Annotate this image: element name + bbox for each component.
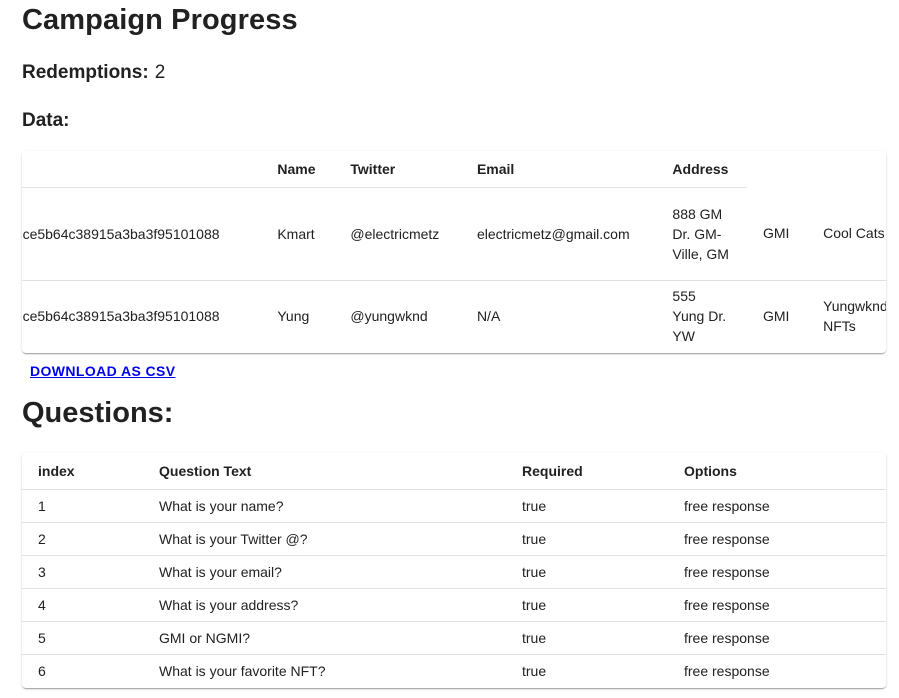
col-header-question-text: Question Text <box>143 453 506 490</box>
col-header-options: Options <box>668 453 886 490</box>
table-row: 4 What is your address? true free respon… <box>22 588 886 622</box>
col-header-index: index <box>22 453 143 490</box>
data-table-header-row: Name Twitter Email Address <box>22 151 886 188</box>
table-row: 3 What is your email? true free response <box>22 555 886 589</box>
col-header-gmi <box>747 151 807 187</box>
col-header-wallet <box>22 151 262 188</box>
cell-gmi: GMI <box>746 187 808 281</box>
col-header-email: Email <box>460 151 657 188</box>
cell-email: N/A <box>476 308 501 325</box>
cell-wallet: 8c3ce5b64c38915a3ba3f95101088 <box>22 187 262 281</box>
cell-options: free response <box>668 522 886 556</box>
cell-index: 2 <box>22 522 143 556</box>
col-header-required: Required <box>506 453 668 490</box>
cell-required: true <box>506 522 668 556</box>
cell-options: free response <box>668 621 886 655</box>
col-header-name: Name <box>261 151 335 188</box>
cell-question-text: What is your email? <box>143 555 506 589</box>
cell-name: Yung <box>277 308 310 325</box>
table-row: 8c3ce5b64c38915a3ba3f95101088 Yung @yung… <box>22 280 886 352</box>
questions-title: Questions: <box>22 397 174 429</box>
cell-gmi: GMI <box>762 308 790 325</box>
redemptions-summary: Redemptions: 2 <box>22 60 165 86</box>
table-row: 6 What is your favorite NFT? true free r… <box>22 654 886 687</box>
data-table: Name Twitter Email Address 8c3ce5b64c389… <box>22 151 886 352</box>
cell-index: 3 <box>22 555 143 589</box>
table-row: 8c3ce5b64c38915a3ba3f95101088 Kmart @ele… <box>22 187 886 281</box>
cell-question-text: What is your Twitter @? <box>143 522 506 556</box>
col-header-address: Address <box>656 151 747 188</box>
cell-email: electricmetz@gmail.com <box>460 187 657 281</box>
cell-question-text: What is your favorite NFT? <box>159 662 326 679</box>
cell-twitter: @electricmetz <box>334 187 461 281</box>
cell-twitter: @yungwknd <box>350 308 428 325</box>
cell-required: true <box>522 662 547 679</box>
page-title: Campaign Progress <box>22 4 298 36</box>
cell-options: free response <box>684 662 770 679</box>
cell-nft: Cool Cats <box>807 187 886 281</box>
col-header-twitter: Twitter <box>334 151 461 188</box>
download-csv-button[interactable]: DOWNLOAD AS CSV <box>30 362 175 380</box>
cell-required: true <box>506 489 668 523</box>
cell-wallet: 8c3ce5b64c38915a3ba3f95101088 <box>22 308 220 325</box>
cell-name: Kmart <box>261 187 335 281</box>
cell-options: free response <box>668 555 886 589</box>
redemptions-count: 2 <box>154 62 166 83</box>
cell-question-text: What is your address? <box>143 588 506 622</box>
cell-options: free response <box>668 588 886 622</box>
data-table-container[interactable]: Name Twitter Email Address 8c3ce5b64c389… <box>22 151 886 353</box>
table-row: 1 What is your name? true free response <box>22 489 886 523</box>
questions-table-container: index Question Text Required Options 1 W… <box>22 453 886 688</box>
questions-header-row: index Question Text Required Options <box>22 453 886 490</box>
data-heading: Data: <box>22 110 70 131</box>
cell-question-text: GMI or NGMI? <box>143 621 506 655</box>
cell-index: 1 <box>22 489 143 523</box>
cell-index: 4 <box>22 588 143 622</box>
questions-table: index Question Text Required Options 1 W… <box>22 453 886 687</box>
table-row: 5 GMI or NGMI? true free response <box>22 621 886 655</box>
cell-index: 6 <box>38 662 46 679</box>
cell-question-text: What is your name? <box>143 489 506 523</box>
cell-required: true <box>506 588 668 622</box>
cell-options: free response <box>668 489 886 523</box>
col-header-nft <box>807 151 886 187</box>
cell-required: true <box>506 555 668 589</box>
cell-index: 5 <box>22 621 143 655</box>
redemptions-label: Redemptions: <box>22 62 149 83</box>
cell-required: true <box>506 621 668 655</box>
cell-address: 888 GM Dr. GM-Ville, GM <box>656 187 747 281</box>
cell-nft: Yungwknd NFTs <box>823 298 886 335</box>
cell-address: 555 Yung Dr. YW <box>672 288 727 345</box>
table-row: 2 What is your Twitter @? true free resp… <box>22 522 886 556</box>
